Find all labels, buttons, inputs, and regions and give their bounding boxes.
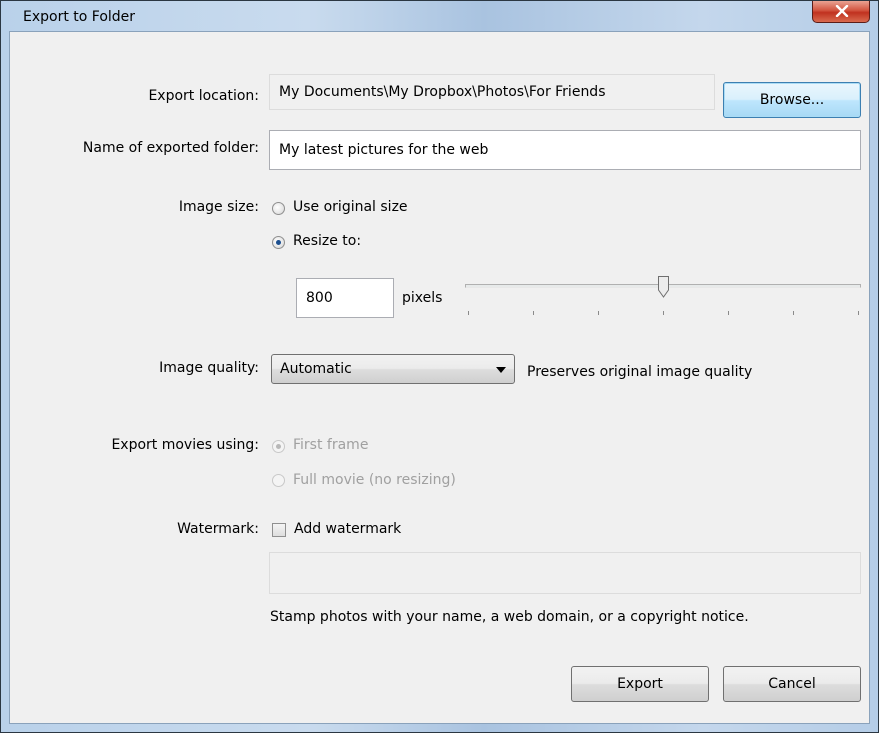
radio-resize-to-label: Resize to: (293, 233, 362, 249)
image-quality-description: Preserves original image quality (527, 364, 753, 380)
watermark-help-text: Stamp photos with your name, a web domai… (270, 609, 749, 625)
close-button[interactable] (812, 1, 870, 23)
title-bar[interactable]: Export to Folder (1, 1, 878, 31)
cancel-button[interactable]: Cancel (723, 666, 861, 702)
window-title: Export to Folder (23, 9, 136, 25)
folder-name-label: Name of exported folder: (82, 140, 259, 156)
dialog-content: Export location: My Documents\My Dropbox… (9, 31, 870, 724)
export-dialog: Export to Folder Export location: My Doc… (0, 0, 879, 733)
watermark-text-input[interactable] (269, 552, 861, 594)
slider-tick (598, 311, 599, 315)
pixels-unit-label: pixels (402, 290, 443, 306)
slider-tick (858, 311, 859, 315)
close-icon (835, 5, 849, 17)
export-location-label: Export location: (148, 88, 259, 104)
export-button[interactable]: Export (571, 666, 709, 702)
add-watermark-checkbox[interactable] (272, 523, 286, 537)
slider-tick (728, 311, 729, 315)
export-movies-label: Export movies using: (111, 437, 259, 453)
radio-first-frame-label: First frame (293, 437, 369, 453)
radio-original-size[interactable] (272, 202, 285, 215)
radio-full-movie-label: Full movie (no resizing) (293, 472, 456, 488)
image-quality-selected: Automatic (280, 361, 352, 377)
radio-original-size-label: Use original size (293, 199, 408, 215)
folder-name-input[interactable]: My latest pictures for the web (269, 130, 861, 170)
radio-first-frame[interactable] (272, 440, 285, 453)
export-location-field: My Documents\My Dropbox\Photos\For Frien… (269, 74, 715, 110)
chevron-down-icon (496, 367, 506, 373)
radio-resize-to[interactable] (272, 236, 285, 249)
browse-button[interactable]: Browse... (723, 82, 861, 118)
slider-tick (793, 311, 794, 315)
image-size-label: Image size: (178, 199, 259, 215)
resize-slider-thumb[interactable] (657, 276, 669, 298)
radio-full-movie[interactable] (272, 474, 285, 487)
add-watermark-label: Add watermark (294, 521, 402, 537)
slider-tick (663, 311, 664, 315)
watermark-label: Watermark: (177, 521, 259, 537)
pixels-input[interactable]: 800 (296, 278, 394, 318)
image-quality-label: Image quality: (159, 360, 259, 376)
slider-tick (533, 311, 534, 315)
slider-tick (468, 311, 469, 315)
image-quality-dropdown[interactable]: Automatic (271, 354, 515, 384)
